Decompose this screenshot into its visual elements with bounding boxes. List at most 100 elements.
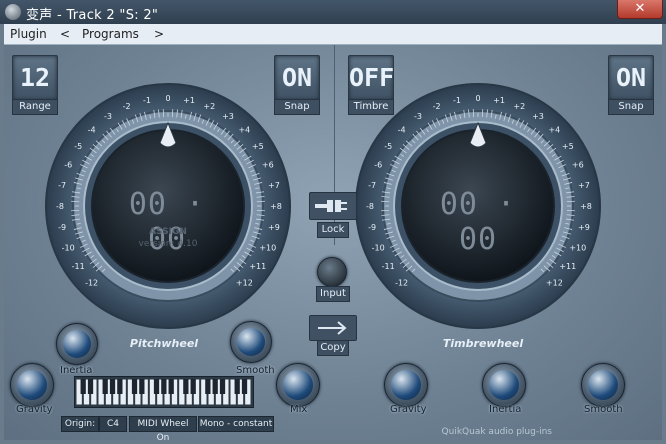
timbre-display-box[interactable]: OFF: [348, 55, 394, 101]
window-title: 变声 - Track 2 "S: 2": [26, 8, 159, 23]
input-knob[interactable]: [317, 257, 347, 287]
wheel-tick-label: +2: [203, 102, 215, 111]
timbre-display: 00 · 00: [439, 187, 517, 257]
midi-wheel-status[interactable]: MIDI Wheel On: [129, 416, 197, 440]
wheel-tick-label: -8: [56, 202, 64, 211]
gravity-label-left: Gravity: [16, 404, 53, 415]
wheel-tick-label: +4: [238, 126, 250, 135]
plugin-panel: -12 -11 -10 -9 -8 -7 -6 -5 -4 -3 -2 -1 0 +1 +2 +3 +4 +5 +6…: [4, 45, 662, 440]
pitchwheel-label: Pitchwheel: [129, 337, 199, 350]
wheel-tick-label: -3: [414, 112, 422, 121]
wheel-tick-label: +2: [513, 102, 525, 111]
wheel-tick-label: -1: [143, 96, 151, 105]
wheel-tick-label: +1: [493, 96, 505, 105]
app-icon: [5, 4, 21, 20]
wheel-tick-label: -4: [398, 126, 406, 135]
menu-plugin[interactable]: Plugin: [10, 27, 47, 41]
input-label: Input: [316, 286, 350, 302]
black-key[interactable]: [234, 379, 240, 394]
wheel-tick-label: -11: [382, 262, 395, 271]
wheel-tick-label: +10: [569, 243, 586, 252]
timbre-snap-display[interactable]: ON: [608, 55, 654, 101]
wheel-tick-label: +9: [578, 223, 590, 232]
pitch-snap-display[interactable]: ON: [274, 55, 320, 101]
black-key[interactable]: [117, 379, 123, 394]
gravity-knob-right[interactable]: [384, 363, 428, 407]
origin-value[interactable]: C4: [99, 416, 127, 432]
version-label: version: 4.10: [138, 239, 198, 249]
wheel-tick-label: +12: [546, 278, 563, 287]
wheel-tick-label: -2: [433, 102, 441, 111]
black-key[interactable]: [139, 379, 145, 394]
black-key[interactable]: [87, 379, 94, 394]
wheel-tick-label: -9: [58, 223, 66, 232]
keyboard-keys[interactable]: [75, 377, 253, 407]
black-key[interactable]: [212, 379, 218, 394]
inertia-label-left: Inertia: [60, 365, 93, 376]
lock-button[interactable]: [309, 192, 357, 220]
wheel-tick-label: 0: [475, 94, 480, 103]
wheel-tick-label: -7: [368, 181, 376, 190]
wheel-tick-label: -10: [372, 243, 385, 252]
wheel-tick-label: +6: [572, 161, 584, 170]
black-key[interactable]: [153, 379, 160, 394]
wheel-tick-label: +8: [270, 202, 282, 211]
wheel-tick-label: -11: [72, 262, 85, 271]
black-key[interactable]: [241, 379, 248, 394]
wheel-tick-label: +5: [252, 142, 264, 151]
black-key[interactable]: [102, 379, 108, 394]
wheel-tick-label: -12: [85, 278, 98, 287]
wheel-tick-label: -12: [395, 278, 408, 287]
menu-bar: Plugin < Programs >: [4, 24, 662, 45]
gravity-knob-left[interactable]: [10, 363, 54, 407]
smooth-knob-right[interactable]: [581, 363, 625, 407]
wheel-tick-label: +11: [249, 262, 266, 271]
black-key[interactable]: [183, 379, 189, 394]
close-button[interactable]: ✕: [617, 0, 663, 19]
assign-label[interactable]: ASSIGN: [132, 227, 204, 237]
copy-button[interactable]: [309, 315, 357, 341]
wheel-tick-label: +6: [262, 161, 274, 170]
wheel-tick-label: -3: [104, 112, 112, 121]
black-key[interactable]: [80, 379, 86, 394]
mini-keyboard[interactable]: [74, 376, 254, 408]
wheel-tick-label: +3: [532, 112, 544, 121]
copy-label: Copy: [317, 340, 349, 356]
inertia-knob-left[interactable]: [56, 323, 98, 365]
black-key[interactable]: [109, 379, 116, 394]
black-key[interactable]: [131, 379, 138, 394]
wheel-tick-label: 0: [165, 94, 170, 103]
inertia-knob-right[interactable]: [482, 363, 526, 407]
wheel-tick-label: -4: [88, 126, 96, 135]
black-key[interactable]: [190, 379, 196, 394]
origin-label: Origin:: [61, 416, 99, 432]
gravity-label-right: Gravity: [390, 404, 427, 415]
arrow-right-icon: [318, 321, 347, 335]
black-key[interactable]: [161, 379, 167, 394]
wheel-tick-label: +5: [562, 142, 574, 151]
black-key[interactable]: [219, 379, 226, 394]
wheel-tick-label: -6: [64, 161, 72, 170]
range-display[interactable]: 12: [12, 55, 58, 101]
mix-label: Mix: [290, 404, 308, 415]
smooth-label-left: Smooth: [236, 365, 275, 376]
menu-programs[interactable]: Programs: [82, 27, 139, 41]
wheel-tick-label: -5: [74, 142, 82, 151]
wheel-tick-label: -10: [62, 243, 75, 252]
wheel-tick-label: -5: [384, 142, 392, 151]
black-key[interactable]: [168, 379, 174, 394]
black-key[interactable]: [205, 379, 211, 394]
wheel-tick-label: +7: [578, 181, 590, 190]
wheel-tick-label: +4: [548, 126, 560, 135]
plug-icon: [315, 200, 347, 212]
timbre-snap-label: Snap: [608, 99, 654, 115]
menu-next[interactable]: >: [154, 27, 164, 41]
wheel-tick-label: +7: [268, 181, 280, 190]
smooth-knob-left[interactable]: [230, 321, 272, 363]
wheel-tick-label: -2: [123, 102, 131, 111]
menu-prev[interactable]: <: [60, 27, 70, 41]
mix-knob[interactable]: [276, 363, 320, 407]
wheel-tick-label: +1: [183, 96, 195, 105]
wheel-tick-label: -1: [453, 96, 461, 105]
mode-selector[interactable]: Mono - constant: [198, 416, 274, 432]
